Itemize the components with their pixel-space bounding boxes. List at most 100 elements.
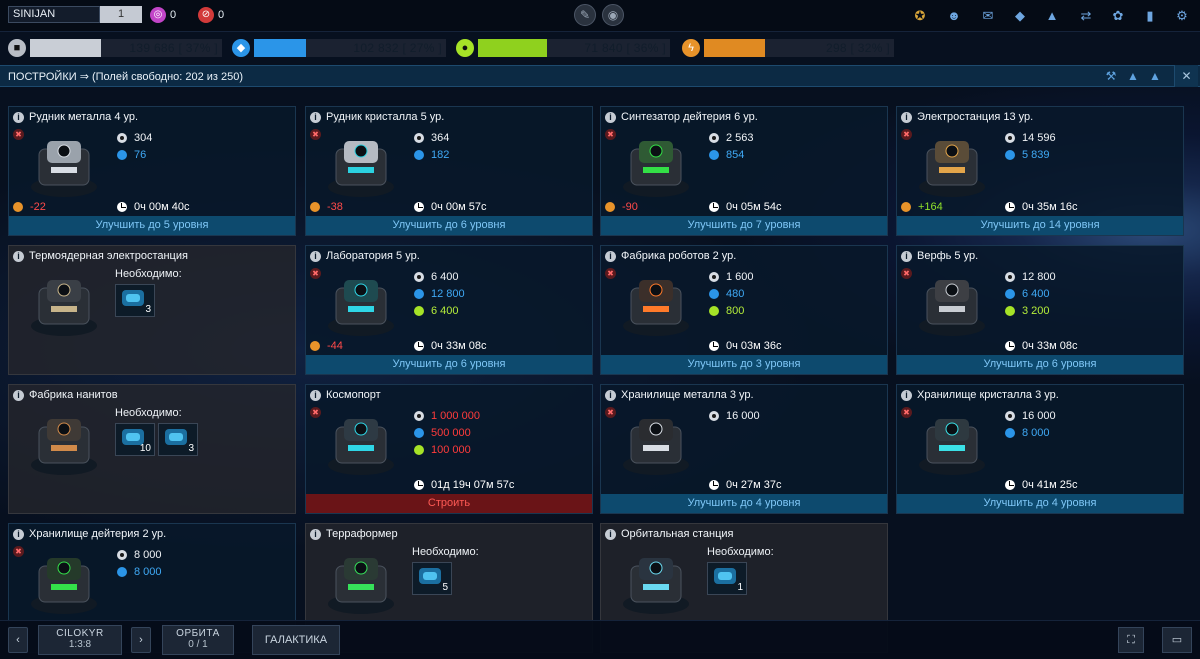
- info-icon[interactable]: i: [310, 389, 321, 401]
- upgrade-button[interactable]: Улучшить до 4 уровня: [897, 494, 1183, 513]
- mail-icon[interactable]: ✉: [980, 8, 996, 24]
- building-name: Рудник кристалла 5 ур.: [326, 111, 445, 123]
- info-icon[interactable]: i: [13, 528, 24, 540]
- demolish-icon[interactable]: ✖: [901, 129, 912, 140]
- building-card[interactable]: i Синтезатор дейтерия 6 ур. ✖ 2 563 854 -90 0ч…: [600, 106, 888, 236]
- demolish-icon[interactable]: ✖: [310, 407, 321, 418]
- building-card[interactable]: i Фабрика роботов 2 ур. ✖ 1 600 480 800 0ч 03м…: [600, 245, 888, 375]
- info-icon[interactable]: i: [605, 389, 616, 401]
- shield-icon[interactable]: ◆: [1012, 8, 1028, 24]
- edit-icon[interactable]: ✎: [574, 4, 596, 26]
- demolish-icon[interactable]: ✖: [13, 129, 24, 140]
- building-card[interactable]: i Термоядерная электростанция Необходимо: 3: [8, 245, 296, 375]
- cost-list: 2 563 854: [709, 129, 754, 163]
- building-card[interactable]: i Фабрика нанитов Необходимо: 10 3: [8, 384, 296, 514]
- cost-value: 16 000: [726, 409, 760, 422]
- demolish-icon[interactable]: ✖: [901, 268, 912, 279]
- resource-deuterium[interactable]: ● 71 840 [ 36% ]: [456, 36, 670, 60]
- building-image: [617, 270, 695, 340]
- demolish-icon[interactable]: ✖: [310, 129, 321, 140]
- upgrade-button[interactable]: Улучшить до 14 уровня: [897, 216, 1183, 235]
- emblem-icon[interactable]: ✪: [912, 8, 928, 24]
- building-card[interactable]: i Хранилище металла 3 ур. ✖ 16 000 0ч 27м 37…: [600, 384, 888, 514]
- requirement-count: 3: [188, 443, 194, 454]
- player-name[interactable]: SINIJAN: [8, 6, 100, 23]
- stats-icon[interactable]: ▮: [1142, 8, 1158, 24]
- building-card[interactable]: i Рудник металла 4 ур. ✖ 304 76 -22 0ч 00м 40с…: [8, 106, 296, 236]
- upgrade-button[interactable]: Улучшить до 6 уровня: [897, 355, 1183, 374]
- demolish-icon[interactable]: ✖: [901, 407, 912, 418]
- upgrade-button[interactable]: Улучшить до 7 уровня: [601, 216, 887, 235]
- fullscreen-icon[interactable]: ⛶: [1118, 627, 1144, 653]
- requirement-item[interactable]: 5: [412, 562, 452, 595]
- building-card[interactable]: i Лаборатория 5 ур. ✖ 6 400 12 800 6 400 -44 0ч…: [305, 245, 593, 375]
- demolish-icon[interactable]: ✖: [13, 546, 24, 557]
- upgrade-button[interactable]: Улучшить до 6 уровня: [306, 355, 592, 374]
- hammer-icon[interactable]: ⚒: [1104, 69, 1118, 83]
- demolish-icon[interactable]: ✖: [310, 268, 321, 279]
- player-points: 1: [100, 6, 142, 23]
- building-title: i Фабрика роботов 2 ур.: [605, 249, 736, 263]
- info-icon[interactable]: i: [310, 250, 321, 262]
- time-value: 0ч 35м 16с: [1022, 201, 1078, 213]
- galaxy-button[interactable]: ГАЛАКТИКА: [252, 625, 340, 655]
- rocket-icon[interactable]: ▲: [1148, 69, 1162, 83]
- cost-value: 5 839: [1022, 148, 1050, 161]
- info-icon[interactable]: i: [605, 250, 616, 262]
- buildings-icon[interactable]: ▲: [1044, 8, 1060, 24]
- requirement-item[interactable]: 3: [158, 423, 198, 456]
- gear-icon[interactable]: ⚙: [1174, 8, 1190, 24]
- building-card[interactable]: i Космопорт ✖ 1 000 000 500 000 100 000 01д 19…: [305, 384, 593, 514]
- close-icon[interactable]: ✕: [1174, 65, 1198, 87]
- info-icon[interactable]: i: [310, 528, 321, 540]
- building-title: i Лаборатория 5 ур.: [310, 249, 420, 263]
- resource-metal[interactable]: ■ 139 686 [ 37% ]: [8, 36, 222, 60]
- resource-crystal[interactable]: ◆ 102 832 [ 27% ]: [232, 36, 446, 60]
- info-icon[interactable]: i: [901, 250, 912, 262]
- orbit-button[interactable]: ОРБИТА 0 / 1: [162, 625, 234, 655]
- info-icon[interactable]: i: [13, 250, 24, 262]
- info-icon[interactable]: i: [605, 111, 616, 123]
- requirements-label: Необходимо:: [115, 407, 182, 419]
- counter-purple[interactable]: ◎ 0: [150, 6, 176, 24]
- info-icon[interactable]: i: [13, 389, 24, 401]
- demolish-icon[interactable]: ✖: [605, 407, 616, 418]
- upgrade-button[interactable]: Улучшить до 5 уровня: [9, 216, 295, 235]
- alliance-icon[interactable]: ☻: [946, 8, 962, 24]
- requirement-item[interactable]: 3: [115, 284, 155, 317]
- info-icon[interactable]: i: [901, 111, 912, 123]
- crystal-icon: [1005, 149, 1015, 160]
- fleet-icon[interactable]: ⇄: [1078, 8, 1094, 24]
- chat-icon[interactable]: ▭: [1162, 627, 1192, 653]
- info-icon[interactable]: i: [13, 111, 24, 123]
- upgrade-button[interactable]: Улучшить до 4 уровня: [601, 494, 887, 513]
- requirement-count: 5: [442, 582, 448, 593]
- building-card[interactable]: i Хранилище кристалла 3 ур. ✖ 16 000 8 000 0ч…: [896, 384, 1184, 514]
- award-icon[interactable]: ✿: [1110, 8, 1126, 24]
- building-image: [617, 548, 695, 618]
- demolish-icon[interactable]: ✖: [605, 129, 616, 140]
- building-card[interactable]: i Рудник кристалла 5 ур. ✖ 364 182 -38 0ч 00м …: [305, 106, 593, 236]
- bottom-bar: ‹ CILOKYR 1:3:8 › ОРБИТА 0 / 1 ГАЛАКТИКА…: [0, 620, 1200, 659]
- counter-red[interactable]: ⊘ 0: [198, 6, 224, 24]
- requirement-item[interactable]: 10: [115, 423, 155, 456]
- settings-ring-icon[interactable]: ◉: [602, 4, 624, 26]
- flask-icon[interactable]: ▲: [1126, 69, 1140, 83]
- building-card[interactable]: i Электростанция 13 ур. ✖ 14 596 5 839 +164 0ч…: [896, 106, 1184, 236]
- building-card[interactable]: i Верфь 5 ур. ✖ 12 800 6 400 3 200 0ч 33м 08с У…: [896, 245, 1184, 375]
- info-icon[interactable]: i: [310, 111, 321, 123]
- build-button[interactable]: Строить: [306, 494, 592, 513]
- info-icon[interactable]: i: [605, 528, 616, 540]
- prev-planet-button[interactable]: ‹: [8, 627, 28, 653]
- upgrade-button[interactable]: Улучшить до 6 уровня: [306, 216, 592, 235]
- next-planet-button[interactable]: ›: [131, 627, 151, 653]
- time-value: 0ч 00м 40с: [134, 201, 190, 213]
- info-icon[interactable]: i: [901, 389, 912, 401]
- requirement-item[interactable]: 1: [707, 562, 747, 595]
- energy-consumption: +164: [901, 201, 943, 213]
- demolish-icon[interactable]: ✖: [605, 268, 616, 279]
- planet-selector[interactable]: CILOKYR 1:3:8: [38, 625, 122, 655]
- building-name: Синтезатор дейтерия 6 ур.: [621, 111, 758, 123]
- upgrade-button[interactable]: Улучшить до 3 уровня: [601, 355, 887, 374]
- resource-energy[interactable]: ϟ 298 [ 32% ]: [682, 36, 894, 60]
